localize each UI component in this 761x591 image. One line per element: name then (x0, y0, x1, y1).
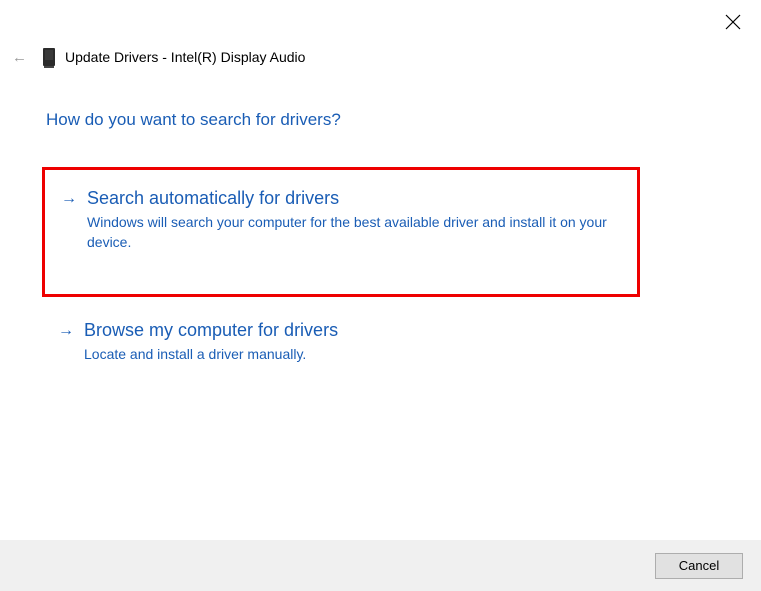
wizard-header: ← Update Drivers - Intel(R) Display Audi… (12, 48, 305, 66)
arrow-right-icon: → (58, 322, 74, 340)
device-icon (43, 48, 55, 66)
option-title: Search automatically for drivers (87, 188, 339, 209)
option-browse-computer[interactable]: → Browse my computer for drivers Locate … (58, 320, 640, 365)
wizard-title: Update Drivers - Intel(R) Display Audio (65, 49, 305, 65)
option-description: Locate and install a driver manually. (84, 345, 624, 365)
cancel-button[interactable]: Cancel (655, 553, 743, 579)
option-search-automatically[interactable]: → Search automatically for drivers Windo… (42, 167, 640, 297)
footer-bar: Cancel (0, 540, 761, 591)
arrow-right-icon: → (61, 190, 77, 208)
option-description: Windows will search your computer for th… (87, 213, 621, 252)
option-header: → Browse my computer for drivers (58, 320, 640, 341)
close-button[interactable] (725, 14, 741, 30)
close-icon (725, 14, 741, 30)
page-heading: How do you want to search for drivers? (46, 110, 341, 130)
option-header: → Search automatically for drivers (61, 188, 621, 209)
back-arrow-icon: ← (12, 49, 27, 66)
option-title: Browse my computer for drivers (84, 320, 338, 341)
